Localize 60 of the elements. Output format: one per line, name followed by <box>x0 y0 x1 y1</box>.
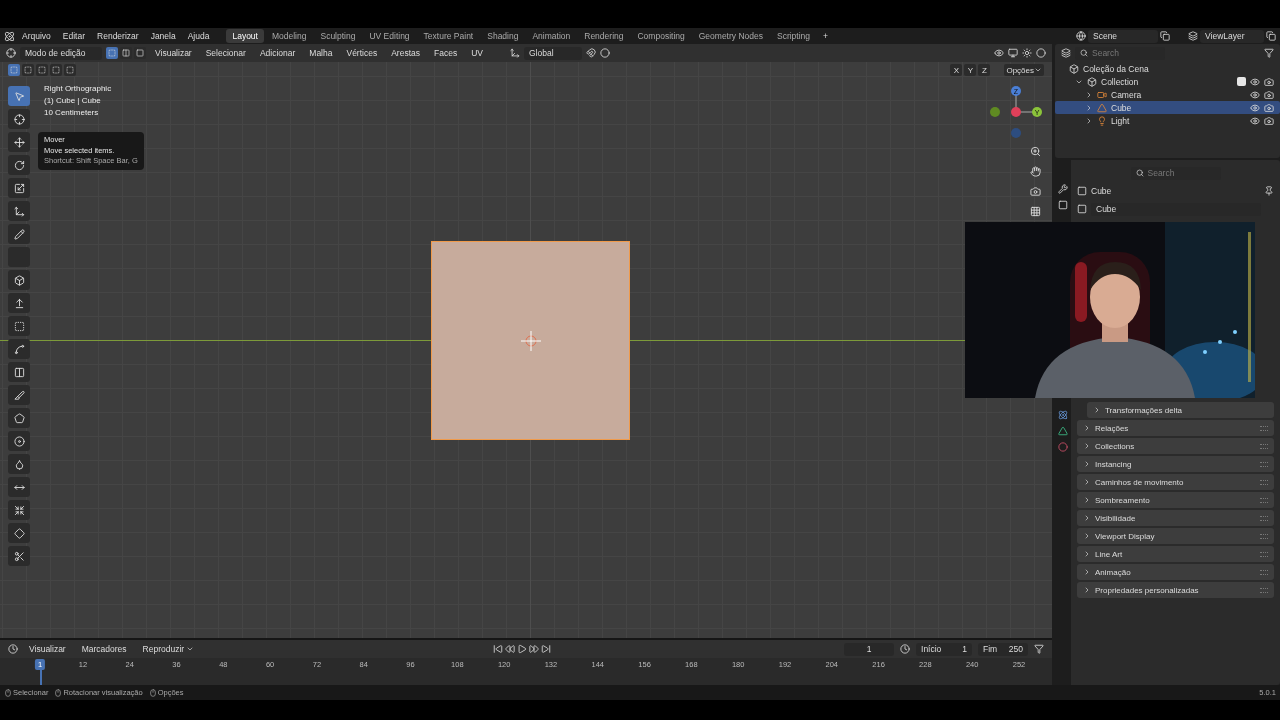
axis-toggle[interactable]: Z <box>978 64 991 76</box>
workspace-tab[interactable]: Modeling <box>265 29 313 43</box>
panel-header[interactable]: Line Art <box>1077 546 1274 562</box>
view-layer-field[interactable]: ViewLayer <box>1200 29 1264 43</box>
panel-header[interactable]: Instancing <box>1077 456 1274 472</box>
menu-item[interactable]: Vértices <box>341 46 383 60</box>
outliner-row[interactable]: Light <box>1055 114 1280 127</box>
outliner-row[interactable]: Camera <box>1055 88 1280 101</box>
viewport-info-text: (1) Cube | Cube <box>44 96 102 106</box>
menu-item[interactable]: Visualizar <box>150 46 197 60</box>
workspace-tab[interactable]: Layout <box>226 29 264 43</box>
menu-item[interactable]: Janela <box>145 29 181 43</box>
workspace-tab[interactable]: Rendering <box>578 29 630 43</box>
panel-header[interactable]: Sombreamento <box>1077 492 1274 508</box>
menu-item[interactable]: Editar <box>57 29 91 43</box>
menu-item[interactable]: Selecionar <box>200 46 251 60</box>
menu-item[interactable]: Arquivo <box>17 29 56 43</box>
playback-dropdown[interactable]: Reproduzir <box>137 642 200 656</box>
mode-dropdown[interactable]: Modo de edição <box>20 46 102 60</box>
panel-header[interactable]: Animação <box>1077 564 1274 580</box>
options-dropdown[interactable]: Opções <box>1004 64 1044 76</box>
outliner-row[interactable]: Collection <box>1055 75 1280 88</box>
current-frame-field[interactable]: 1 <box>844 642 894 656</box>
axis-toggle[interactable]: X <box>950 64 963 76</box>
workspace-tab[interactable]: Shading <box>481 29 525 43</box>
workspace-tab[interactable]: Geometry Nodes <box>692 29 769 43</box>
panel-header[interactable]: Caminhos de movimento <box>1077 474 1274 490</box>
menu-item[interactable]: Faces <box>429 46 463 60</box>
menu-item[interactable]: Adicionar <box>254 46 301 60</box>
menu-item[interactable]: UV <box>466 46 488 60</box>
panel-header[interactable]: Propriedades personalizadas <box>1077 582 1274 598</box>
viewport-info-text: 10 Centimeters <box>44 108 100 118</box>
panel-header[interactable]: Visibilidade <box>1077 510 1274 526</box>
start-frame-field[interactable]: Início 1 <box>916 642 972 656</box>
orientation-dropdown[interactable]: Global <box>524 46 582 60</box>
menu-item[interactable]: Arestas <box>386 46 425 60</box>
menu-item[interactable]: Ajuda <box>182 29 215 43</box>
end-frame-field[interactable]: Fim 250 <box>978 642 1028 656</box>
workspace-tab[interactable]: Sculpting <box>314 29 362 43</box>
panel-header[interactable]: Collections <box>1077 438 1274 454</box>
viewport-info-text: Right Orthographic <box>44 84 112 94</box>
add-workspace-button[interactable]: + <box>818 29 834 43</box>
panel-header[interactable]: Relações <box>1077 420 1274 436</box>
axis-toggle[interactable]: Y <box>964 64 977 76</box>
workspace-tab[interactable]: Texture Paint <box>417 29 480 43</box>
menu-item[interactable]: Renderizar <box>92 29 144 43</box>
workspace-tab[interactable]: Scripting <box>771 29 817 43</box>
outliner-row[interactable]: Coleção da Cena <box>1055 62 1280 75</box>
outliner-row[interactable]: Cube <box>1055 101 1280 114</box>
workspace-tab[interactable]: Compositing <box>631 29 691 43</box>
workspace-tab[interactable]: Animation <box>526 29 577 43</box>
menu-item[interactable]: Marcadores <box>76 642 132 656</box>
scene-field[interactable]: Scene <box>1088 29 1158 43</box>
menu-item[interactable]: Malha <box>304 46 338 60</box>
object-name: Cube <box>1091 186 1113 196</box>
panel-header[interactable]: Viewport Display <box>1077 528 1274 544</box>
menu-item[interactable]: Visualizar <box>24 642 71 656</box>
workspace-tab[interactable]: UV Editing <box>363 29 416 43</box>
subpanel-header[interactable]: Transformações delta <box>1087 402 1274 418</box>
object-name-field[interactable]: Cube <box>1091 202 1261 216</box>
